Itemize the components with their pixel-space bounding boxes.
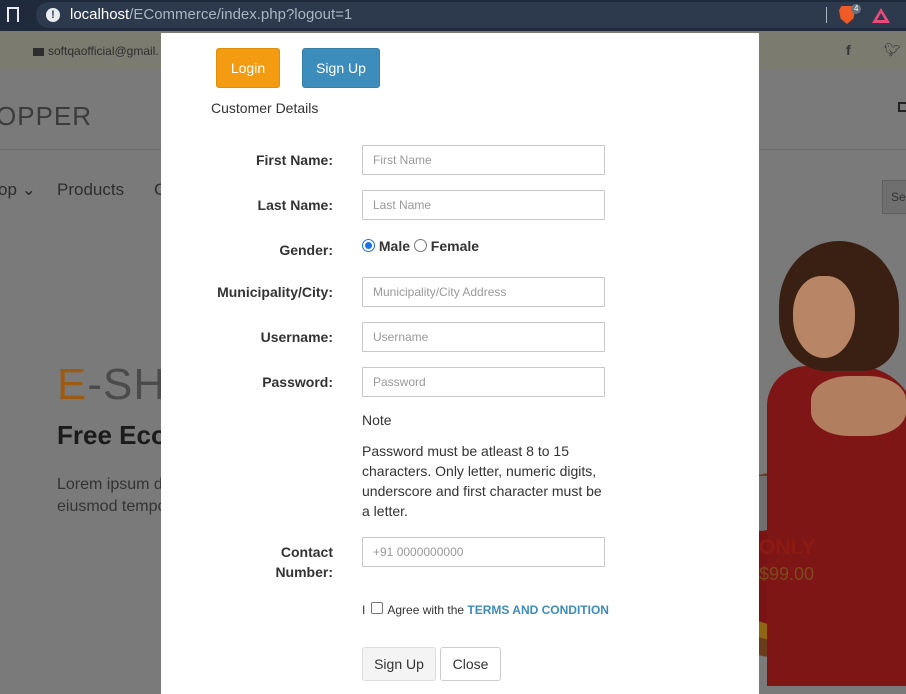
username-label: Username: (260, 329, 333, 345)
note-title: Note (362, 412, 392, 428)
login-button[interactable]: Login (216, 48, 280, 88)
shields-count-badge: 4 (851, 4, 862, 14)
twitter-icon[interactable]: 🐦︎ (884, 42, 901, 58)
first-name-input[interactable] (362, 145, 605, 175)
toolbar-separator (826, 7, 827, 23)
terms-link[interactable]: TERMS AND CONDITION (467, 603, 609, 617)
contact-email: softqaofficial@gmail. (33, 44, 159, 58)
url-path: /ECommerce/index.php?logout=1 (129, 6, 353, 23)
nav-shop[interactable]: op ⌄ (0, 180, 36, 200)
first-name-label: First Name: (255, 152, 333, 168)
hero-model-image: ONLY $99.00 (759, 236, 906, 686)
not-secure-icon[interactable]: ! (46, 8, 60, 22)
terms-row: I Agree with the TERMS AND CONDITION (362, 602, 609, 617)
password-input[interactable] (362, 367, 605, 397)
browser-toolbar: ! localhost/ECommerce/index.php?logout=1… (0, 0, 906, 31)
last-name-input[interactable] (362, 190, 605, 220)
nav-products[interactable]: Products (57, 180, 124, 200)
hero-text-line1: Lorem ipsum d (57, 476, 163, 493)
facebook-icon[interactable]: f (846, 42, 851, 58)
gender-label: Gender: (279, 242, 333, 258)
promo-price: $99.00 (759, 564, 815, 584)
contact-label-line1: Contact (280, 544, 333, 560)
terms-prefix: I (362, 603, 366, 617)
brave-rewards-icon[interactable] (872, 8, 890, 23)
contact-label: Contact Number: (161, 542, 333, 582)
hero-text-line2: eiusmod tempo (57, 498, 167, 515)
gender-female-radio[interactable] (413, 239, 427, 252)
search-input[interactable]: Se (882, 180, 906, 214)
city-label: Municipality/City: (217, 284, 333, 300)
signup-tab-button[interactable]: Sign Up (302, 48, 380, 88)
envelope-icon (33, 47, 44, 56)
last-name-label: Last Name: (257, 197, 333, 213)
city-input[interactable] (362, 277, 605, 307)
gender-male-radio[interactable] (362, 239, 375, 252)
terms-text: Agree with the (387, 603, 465, 617)
contact-input[interactable] (362, 537, 605, 567)
model-face (793, 276, 855, 358)
terms-checkbox[interactable] (370, 602, 383, 614)
gender-options: Male Female (362, 238, 479, 254)
model-shoulder (811, 376, 906, 436)
gender-male-label[interactable]: Male (379, 238, 410, 254)
gender-female-label[interactable]: Female (431, 238, 479, 254)
url-host: localhost (70, 6, 130, 23)
signup-modal: Login Sign Up Customer Details First Nam… (161, 33, 759, 694)
contact-label-line2: Number: (275, 564, 333, 580)
promo-only: ONLY (759, 536, 816, 559)
hero-text: Lorem ipsum d eiusmod tempo (57, 474, 167, 518)
address-bar[interactable]: ! localhost/ECommerce/index.php?logout=1… (36, 2, 906, 28)
cart-icon[interactable] (898, 102, 906, 112)
section-title: Customer Details (211, 100, 319, 116)
site-logo[interactable]: OPPER (0, 101, 92, 132)
password-note: Password must be atleast 8 to 15 charact… (362, 443, 602, 519)
hero-subtitle: Free Eco (57, 420, 167, 450)
contact-email-text: softqaofficial@gmail. (48, 44, 159, 58)
password-label: Password: (262, 374, 333, 390)
bookmark-icon[interactable] (7, 7, 19, 27)
hero-title-accent: E (57, 360, 88, 409)
url-text[interactable]: localhost/ECommerce/index.php?logout=1 (70, 6, 352, 23)
signup-submit-button[interactable]: Sign Up (362, 647, 436, 681)
close-button[interactable]: Close (440, 647, 501, 681)
username-input[interactable] (362, 322, 605, 352)
